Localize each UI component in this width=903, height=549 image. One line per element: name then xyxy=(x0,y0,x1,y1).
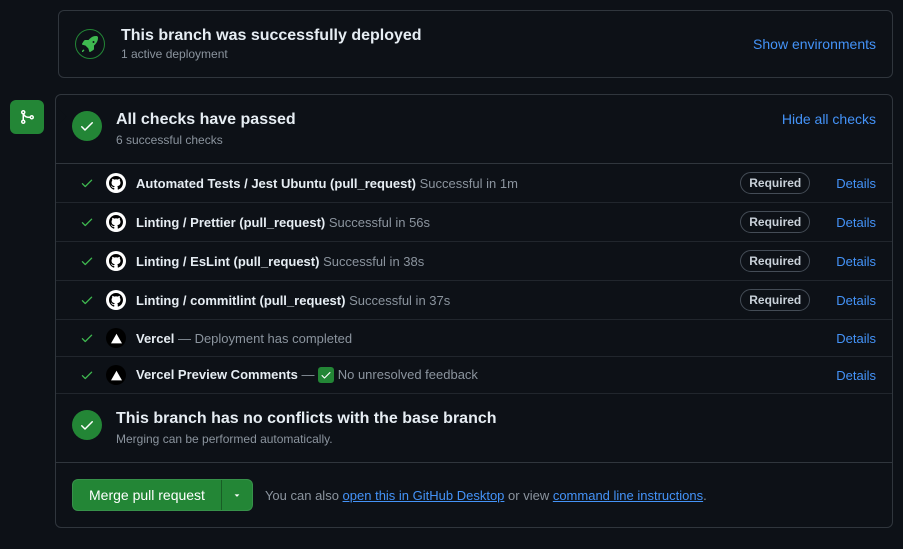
check-status: Successful in 38s xyxy=(323,254,424,269)
check-row: Linting / EsLint (pull_request) Successf… xyxy=(56,242,892,281)
check-status: Successful in 56s xyxy=(329,215,430,230)
command-line-link[interactable]: command line instructions xyxy=(553,488,703,503)
check-status: Successful in 37s xyxy=(349,293,450,308)
check-icon xyxy=(80,368,96,382)
check-text: Vercel Preview Comments — No unresolved … xyxy=(136,367,478,384)
check-status: Successful in 1m xyxy=(420,176,518,191)
merge-dropdown-button[interactable] xyxy=(221,480,252,510)
github-icon xyxy=(106,251,126,271)
check-icon xyxy=(72,410,102,440)
conflicts-subtitle: Merging can be performed automatically. xyxy=(116,432,497,446)
check-name: Vercel xyxy=(136,331,174,346)
check-text: Linting / Prettier (pull_request) Succes… xyxy=(136,215,430,230)
check-row: Linting / commitlint (pull_request) Succ… xyxy=(56,281,892,320)
open-desktop-link[interactable]: open this in GitHub Desktop xyxy=(343,488,505,503)
checks-title: All checks have passed xyxy=(116,111,768,129)
required-badge: Required xyxy=(740,172,810,194)
deploy-subtitle: 1 active deployment xyxy=(121,47,422,61)
check-icon xyxy=(80,293,96,307)
chevron-down-icon xyxy=(232,490,242,500)
merge-actions: Merge pull request You can also open thi… xyxy=(56,463,892,527)
check-name: Vercel Preview Comments xyxy=(136,367,298,382)
merge-help-text: You can also open this in GitHub Desktop… xyxy=(265,488,707,503)
check-name: Linting / EsLint (pull_request) xyxy=(136,254,319,269)
merge-status-box: All checks have passed 6 successful chec… xyxy=(55,94,893,528)
hide-checks-link[interactable]: Hide all checks xyxy=(782,111,876,127)
check-name: Linting / commitlint (pull_request) xyxy=(136,293,345,308)
checks-header-section: All checks have passed 6 successful chec… xyxy=(56,95,892,164)
vercel-icon xyxy=(106,328,126,348)
github-icon xyxy=(106,290,126,310)
check-row: Vercel Preview Comments — No unresolved … xyxy=(56,357,892,394)
deploy-panel: This branch was successfully deployed 1 … xyxy=(58,10,893,78)
conflicts-title: This branch has no conflicts with the ba… xyxy=(116,410,497,428)
details-link[interactable]: Details xyxy=(836,176,876,191)
check-icon xyxy=(72,111,102,141)
details-link[interactable]: Details xyxy=(836,368,876,383)
check-text: Linting / commitlint (pull_request) Succ… xyxy=(136,293,450,308)
required-badge: Required xyxy=(740,250,810,272)
deploy-info: This branch was successfully deployed 1 … xyxy=(75,27,422,61)
check-icon xyxy=(80,331,96,345)
checks-subtitle: 6 successful checks xyxy=(116,133,768,147)
resolved-check-icon xyxy=(318,367,334,383)
check-status: No unresolved feedback xyxy=(338,367,478,382)
check-text: Linting / EsLint (pull_request) Successf… xyxy=(136,254,424,269)
merge-icon xyxy=(10,100,44,134)
checks-list: Automated Tests / Jest Ubuntu (pull_requ… xyxy=(56,164,892,394)
merge-button-group: Merge pull request xyxy=(72,479,253,511)
details-link[interactable]: Details xyxy=(836,331,876,346)
deploy-title: This branch was successfully deployed xyxy=(121,27,422,45)
check-status: Deployment has completed xyxy=(195,331,353,346)
conflicts-section: This branch has no conflicts with the ba… xyxy=(56,394,892,463)
check-name: Automated Tests / Jest Ubuntu (pull_requ… xyxy=(136,176,416,191)
check-text: Vercel — Deployment has completed xyxy=(136,331,352,346)
check-icon xyxy=(80,254,96,268)
vercel-icon xyxy=(106,365,126,385)
details-link[interactable]: Details xyxy=(836,254,876,269)
github-icon xyxy=(106,212,126,232)
github-icon xyxy=(106,173,126,193)
details-link[interactable]: Details xyxy=(836,215,876,230)
check-icon xyxy=(80,215,96,229)
details-link[interactable]: Details xyxy=(836,293,876,308)
required-badge: Required xyxy=(740,289,810,311)
merge-button[interactable]: Merge pull request xyxy=(73,480,221,510)
show-environments-link[interactable]: Show environments xyxy=(753,36,876,52)
check-name: Linting / Prettier (pull_request) xyxy=(136,215,325,230)
check-row: Linting / Prettier (pull_request) Succes… xyxy=(56,203,892,242)
check-text: Automated Tests / Jest Ubuntu (pull_requ… xyxy=(136,176,518,191)
check-row: Vercel — Deployment has completed Details xyxy=(56,320,892,357)
check-icon xyxy=(80,176,96,190)
check-row: Automated Tests / Jest Ubuntu (pull_requ… xyxy=(56,164,892,203)
rocket-icon xyxy=(75,29,105,59)
required-badge: Required xyxy=(740,211,810,233)
